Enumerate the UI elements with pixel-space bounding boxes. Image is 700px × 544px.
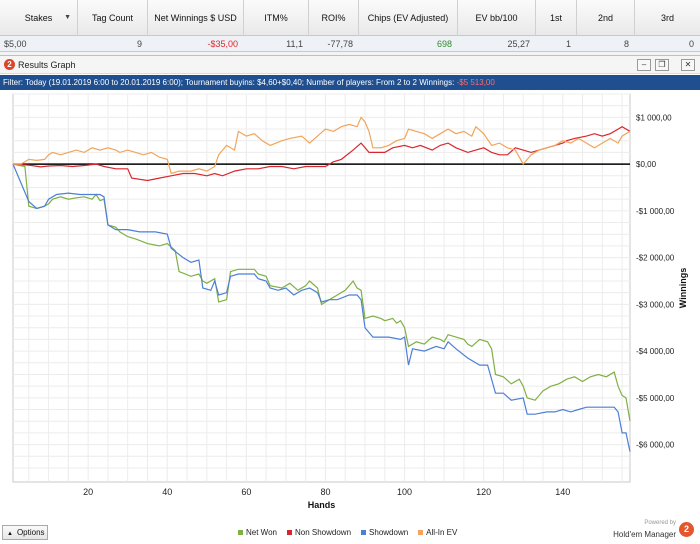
column-header-stakes[interactable]: Stakes ▼ [0, 0, 78, 36]
y-tick-label: -$2 000,00 [636, 254, 675, 263]
close-icon[interactable]: ✕ [681, 59, 695, 71]
column-header-label: 3rd [660, 13, 674, 23]
cell-stakes: $5,00 [4, 39, 27, 49]
options-label: Options [16, 528, 45, 537]
legend-label: Showdown [369, 528, 409, 537]
y-tick-label: $1 000,00 [636, 113, 672, 122]
triangle-up-icon: ▲ [7, 531, 13, 537]
x-tick-label: 100 [397, 487, 412, 497]
x-axis-label: Hands [308, 500, 336, 510]
column-header-label: 2nd [597, 13, 614, 23]
column-header-label: ROI% [321, 13, 346, 23]
cell-3rd: 0 [688, 39, 694, 49]
stats-table-header: Stakes ▼ Tag Count Net Winnings $ USD IT… [0, 0, 700, 36]
x-tick-label: 140 [555, 487, 570, 497]
cell-chips-ev: 698 [436, 39, 452, 49]
column-header-label: Net Winnings $ USD [154, 13, 237, 23]
legend-swatch [238, 530, 243, 535]
column-header-1st[interactable]: 1st [536, 0, 577, 36]
column-header-itm[interactable]: ITM% [244, 0, 309, 36]
cell-roi: -77,78 [327, 39, 353, 49]
winnings-value: -$5 513,00 [456, 78, 495, 87]
chart-legend: Net Won Non Showdown Showdown All-In EV [238, 528, 457, 537]
restore-icon[interactable]: ❐ [655, 59, 669, 71]
column-header-label: Tag Count [91, 13, 134, 23]
legend-swatch [361, 530, 367, 535]
legend-swatch [286, 530, 292, 535]
x-tick-label: 120 [476, 487, 491, 497]
cell-2nd: 8 [623, 39, 629, 49]
cell-1st: 1 [565, 39, 571, 49]
legend-item[interactable]: Net Won [238, 528, 277, 537]
legend-label: Non Showdown [294, 528, 352, 537]
column-header-3rd[interactable]: 3rd [635, 0, 700, 36]
legend-item[interactable]: Showdown [361, 528, 408, 537]
cell-ev-bb100: 25,27 [507, 39, 530, 49]
brand-name: Hold'em Manager [613, 530, 676, 539]
column-header-tag-count[interactable]: Tag Count [78, 0, 148, 36]
results-graph-window: 2 Results Graph – ❐ ✕ Filter: Today (19.… [0, 55, 700, 544]
brand: Powered by Hold'em Manager [613, 520, 676, 539]
brand-logo-icon: 2 [679, 522, 694, 537]
y-tick-label: $0,00 [636, 160, 657, 169]
x-tick-label: 40 [162, 487, 172, 497]
legend-label: All-In EV [426, 528, 458, 537]
cell-itm: 11,1 [286, 39, 303, 49]
legend-swatch [418, 530, 424, 535]
column-header-net-winnings[interactable]: Net Winnings $ USD [148, 0, 244, 36]
winnings-label: Winnings: [419, 78, 455, 87]
column-header-label: 1st [549, 13, 562, 23]
cell-tag-count: 9 [136, 39, 142, 49]
window-title: Results Graph [18, 60, 76, 70]
y-tick-label: -$1 000,00 [636, 207, 675, 216]
column-header-chips-ev[interactable]: Chips (EV Adjusted) [359, 0, 458, 36]
y-tick-label: -$3 000,00 [636, 300, 675, 309]
powered-by-text: Powered by [644, 520, 676, 526]
window-titlebar[interactable]: 2 Results Graph – ❐ ✕ [0, 56, 700, 74]
column-header-label: ITM% [264, 13, 288, 23]
x-tick-label: 20 [83, 487, 93, 497]
legend-item[interactable]: Non Showdown [286, 528, 352, 537]
y-tick-label: -$5 000,00 [636, 394, 675, 403]
column-header-ev-bb100[interactable]: EV bb/100 [458, 0, 536, 36]
y-tick-label: -$6 000,00 [636, 441, 675, 450]
chevron-down-icon[interactable]: ▼ [64, 14, 71, 21]
legend-item[interactable]: All-In EV [418, 528, 457, 537]
legend-label: Net Won [246, 528, 277, 537]
table-row[interactable]: $5,00 9 -$35,00 11,1 -77,78 698 25,27 1 … [0, 36, 700, 52]
filter-text: Filter: Today (19.01.2019 6:00 to 20.01.… [3, 78, 417, 87]
filter-bar: Filter: Today (19.01.2019 6:00 to 20.01.… [0, 75, 700, 90]
results-graph: 20 40 60 80 100 120 140 $1 000,00 $0,00 -$1 000,0… [12, 93, 688, 510]
minimize-icon[interactable]: – [637, 59, 651, 71]
x-tick-label: 80 [320, 487, 330, 497]
column-header-label: Stakes [24, 13, 53, 23]
column-header-label: Chips (EV Adjusted) [367, 13, 449, 23]
y-tick-label: -$4 000,00 [636, 347, 675, 356]
column-header-2nd[interactable]: 2nd [577, 0, 635, 36]
column-header-roi[interactable]: ROI% [309, 0, 359, 36]
x-tick-label: 60 [241, 487, 251, 497]
column-header-label: EV bb/100 [475, 13, 518, 23]
app-icon: 2 [4, 59, 15, 70]
options-button[interactable]: ▲ Options [2, 525, 48, 540]
cell-net-winnings: -$35,00 [207, 39, 238, 49]
y-axis-label: Winnings [678, 268, 688, 308]
